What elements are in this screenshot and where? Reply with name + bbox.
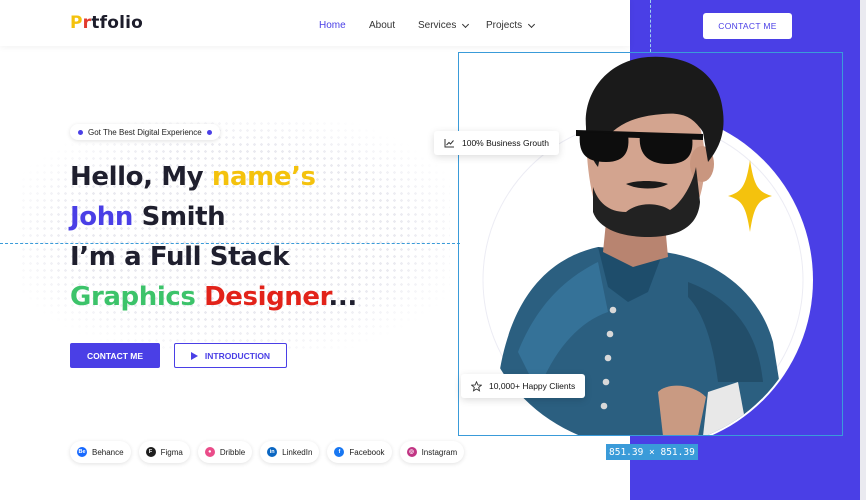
headline-line-1: Hello, My name’s (70, 162, 316, 192)
nav-about[interactable]: About (369, 20, 395, 31)
social-behance[interactable]: Be Behance (70, 441, 131, 463)
facebook-icon: f (334, 447, 345, 457)
nav-projects[interactable]: Projects (486, 20, 536, 31)
selection-guide-vertical (650, 0, 651, 52)
business-growth-card: 100% Business Grouth (434, 131, 559, 155)
chevron-down-icon (528, 20, 536, 28)
social-links: Be Behance F Figma ● Dribble in LinkedIn f Fa… (70, 441, 465, 463)
nav-services[interactable]: Services (418, 20, 470, 31)
star-icon (471, 380, 482, 392)
behance-icon: Be (77, 447, 87, 457)
chart-line-icon (444, 139, 454, 148)
portfolio-logo[interactable]: Prtfolio (70, 13, 143, 33)
social-linkedin[interactable]: in LinkedIn (260, 441, 320, 463)
experience-badge: Got The Best Digital Experience (70, 124, 220, 140)
play-icon (190, 351, 198, 360)
introduction-button[interactable]: INTRODUCTION (174, 343, 287, 368)
instagram-icon: ◎ (406, 447, 417, 457)
social-instagram[interactable]: ◎ Instagram (399, 441, 465, 463)
social-facebook[interactable]: f Facebook (327, 441, 392, 463)
social-dribbble[interactable]: ● Dribble (197, 441, 253, 463)
dribbble-icon: ● (204, 447, 215, 457)
headline-line-4: Graphics Designer... (70, 282, 357, 312)
header-contact-button[interactable]: CONTACT ME (703, 13, 792, 39)
headline-line-2: John Smith (70, 202, 226, 232)
dot-icon (78, 129, 83, 135)
happy-clients-card: 10,000+ Happy Clients (461, 374, 586, 398)
site-header: Prtfolio Home About Services Projects (0, 0, 630, 46)
selection-size-label: 851.39 × 851.39 (606, 444, 698, 460)
linkedin-icon: in (267, 447, 278, 457)
chevron-down-icon (462, 20, 470, 28)
dot-icon (206, 129, 212, 135)
scrollbar-track[interactable] (860, 0, 866, 500)
social-figma[interactable]: F Figma (138, 441, 190, 463)
figma-icon: F (145, 447, 156, 457)
nav-home[interactable]: Home (319, 20, 346, 31)
headline-line-3: I’m a Full Stack (70, 242, 290, 272)
hero-contact-button[interactable]: CONTACT ME (70, 343, 160, 368)
